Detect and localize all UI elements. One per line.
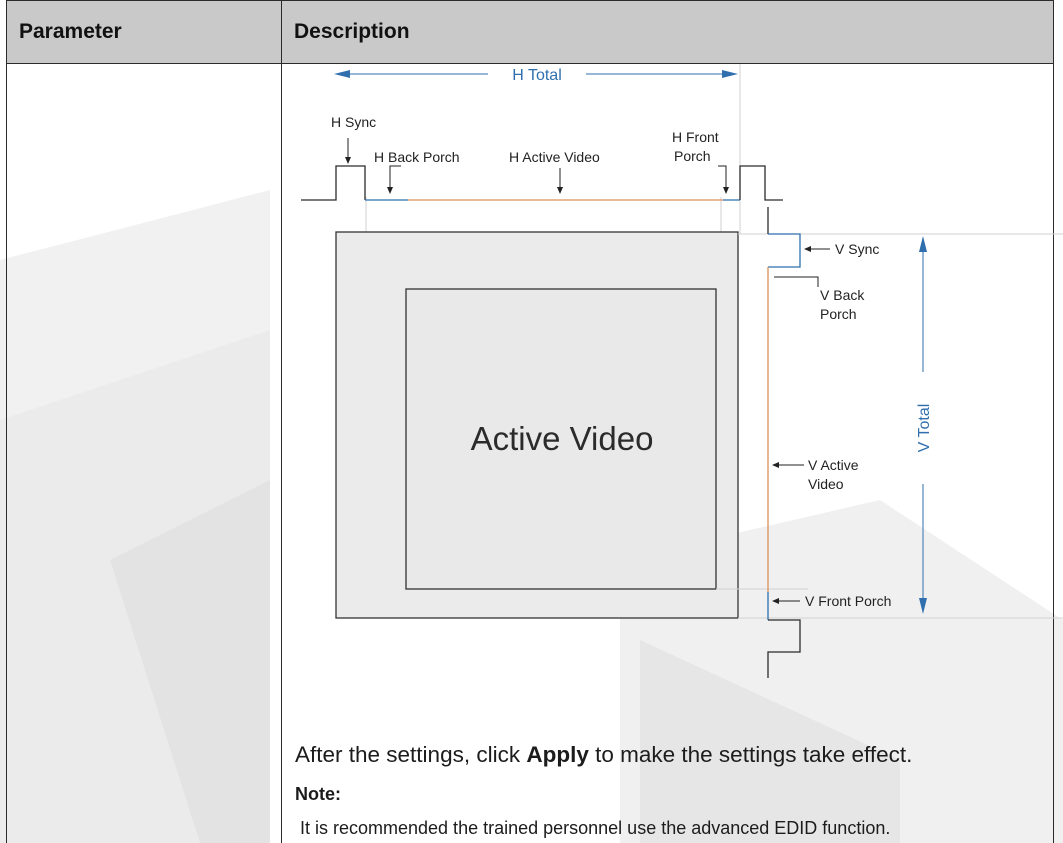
h-front-porch-label-line1: H Front	[672, 129, 719, 145]
h-front-porch-label-line2: Porch	[674, 148, 711, 164]
v-active-video-label-line2: Video	[808, 476, 844, 492]
note-title: Note:	[295, 784, 341, 804]
active-video-label: Active Video	[471, 420, 654, 457]
header-description: Description	[281, 0, 1054, 64]
header-parameter: Parameter	[6, 0, 282, 64]
v-back-porch-label-line2: Porch	[820, 306, 857, 322]
v-front-porch-label: V Front Porch	[805, 593, 891, 609]
table-row: H Total H Sync H Back Porch H Active Vid…	[6, 63, 1063, 843]
apply-text-before: After the settings, click	[295, 742, 527, 767]
note-text: It is recommended the trained personnel …	[300, 818, 891, 838]
apply-instruction: After the settings, click Apply to make …	[295, 742, 1055, 768]
table-header-row: Parameter Description	[6, 0, 1054, 64]
v-total-label: V Total	[916, 404, 933, 453]
v-back-porch-label-line1: V Back	[820, 287, 865, 303]
apply-keyword: Apply	[526, 742, 589, 767]
parameter-table: Parameter Description H Total H Sync H B…	[6, 0, 1063, 843]
parameter-cell	[6, 63, 282, 843]
description-cell: H Total H Sync H Back Porch H Active Vid…	[281, 63, 1063, 843]
apply-text-after: to make the settings take effect.	[588, 742, 913, 767]
h-active-video-label: H Active Video	[509, 149, 600, 165]
v-sync-label: V Sync	[835, 241, 879, 257]
h-total-label: H Total	[512, 67, 562, 84]
v-pointer-heads	[772, 246, 811, 604]
h-back-porch-label: H Back Porch	[374, 149, 460, 165]
description-text: After the settings, click Apply to make …	[295, 742, 1055, 841]
v-active-video-label-line1: V Active	[808, 457, 859, 473]
h-sync-label: H Sync	[331, 114, 376, 130]
video-timing-diagram: H Total H Sync H Back Porch H Active Vid…	[301, 64, 1063, 678]
